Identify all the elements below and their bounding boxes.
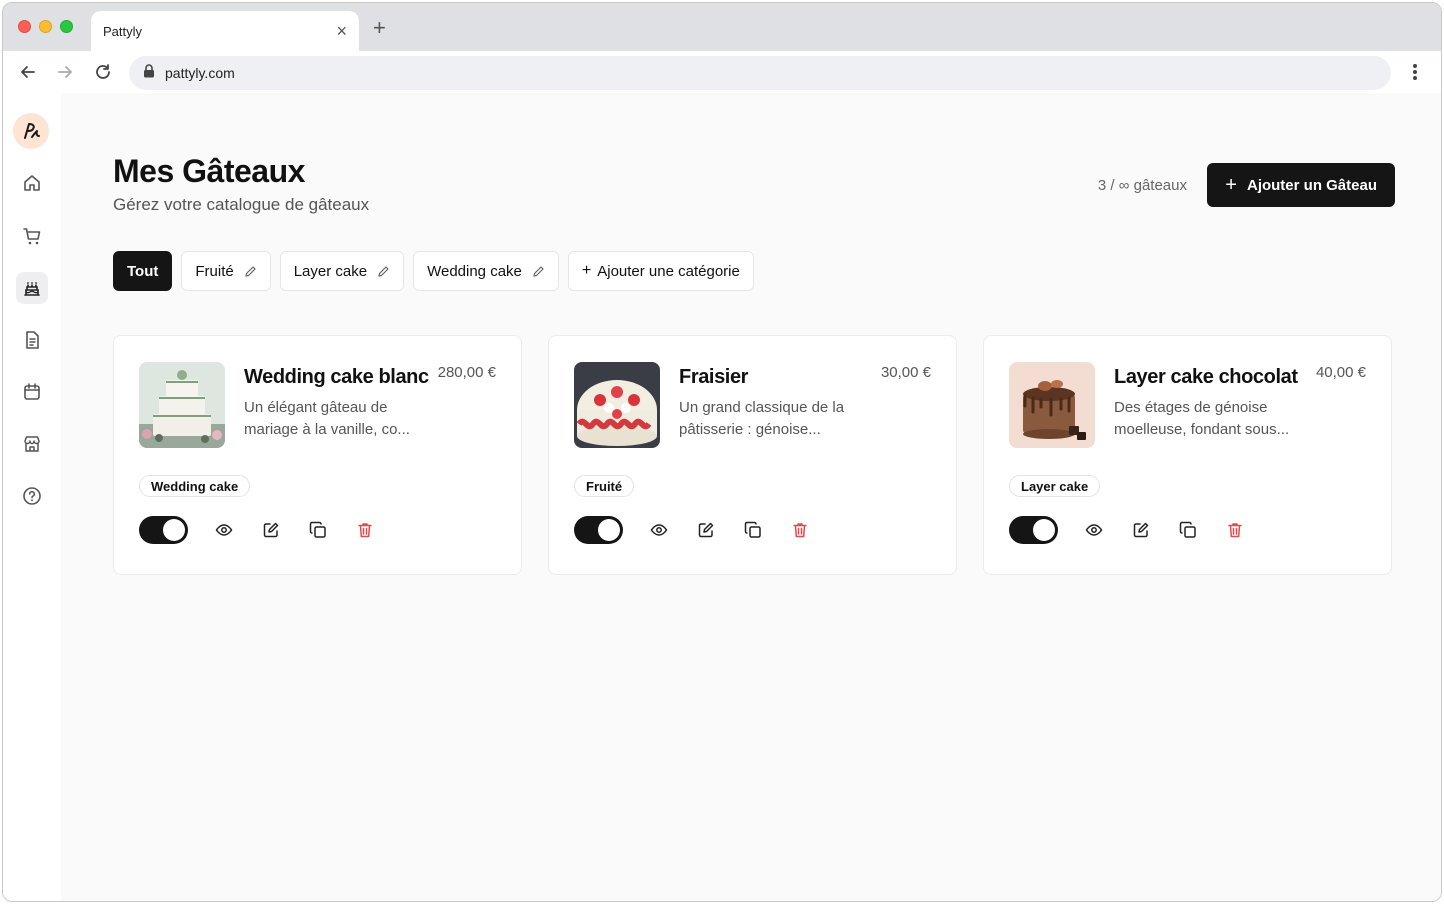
plus-icon: + (1225, 173, 1237, 196)
delete-icon[interactable] (1225, 520, 1245, 540)
category-tout[interactable]: Tout (113, 251, 173, 291)
sidebar (3, 93, 61, 901)
help-icon[interactable] (16, 480, 48, 512)
cake-actions (1009, 516, 1245, 544)
category-label: Layer cake (293, 262, 368, 280)
calendar-icon[interactable] (16, 376, 48, 408)
cake-card: Wedding cake blanc 280,00 € Un élégant g… (113, 335, 522, 575)
edit-icon[interactable] (696, 520, 716, 540)
cake-name: Fraisier (679, 366, 749, 388)
new-tab-icon[interactable]: + (373, 17, 386, 39)
cake-counter: 3 / ∞ gâteaux (1097, 177, 1187, 194)
delete-icon[interactable] (355, 520, 375, 540)
add-cake-label: Ajouter un Gâteau (1246, 176, 1377, 194)
edit-category-icon[interactable] (532, 265, 545, 278)
cake-description: Un grand classique de la pâtisserie : gé… (679, 399, 845, 438)
cake-image (574, 362, 660, 448)
add-category-label: Ajouter une catégorie (597, 262, 740, 280)
page-subtitle: Gérez votre catalogue de gâteaux (113, 195, 370, 214)
home-icon[interactable] (16, 167, 48, 199)
cake-actions (574, 516, 810, 544)
category-fruite[interactable]: Fruité (181, 251, 271, 291)
close-tab-icon[interactable]: × (336, 22, 347, 40)
cart-icon[interactable] (16, 220, 48, 252)
category-layer-cake[interactable]: Layer cake (279, 251, 405, 291)
cake-card: Fraisier 30,00 € Un grand classique de l… (548, 335, 957, 575)
tab-strip: Pattyly × + (3, 3, 1441, 51)
close-window-button[interactable] (18, 20, 31, 33)
document-icon[interactable] (16, 324, 48, 356)
cake-name: Layer cake chocolat (1114, 366, 1298, 388)
category-label: Wedding cake (427, 262, 522, 280)
address-bar[interactable]: pattyly.com (129, 56, 1391, 90)
reload-icon[interactable] (91, 60, 115, 84)
visibility-toggle[interactable] (139, 516, 188, 544)
visibility-toggle[interactable] (1009, 516, 1058, 544)
forward-icon[interactable] (53, 60, 77, 84)
eye-icon[interactable] (214, 520, 234, 540)
back-icon[interactable] (16, 60, 40, 84)
visibility-toggle[interactable] (574, 516, 623, 544)
eye-icon[interactable] (649, 520, 669, 540)
eye-icon[interactable] (1084, 520, 1104, 540)
app-logo[interactable] (13, 113, 49, 149)
cake-grid: Wedding cake blanc 280,00 € Un élégant g… (113, 335, 1392, 575)
duplicate-icon[interactable] (308, 520, 328, 540)
cake-price: 280,00 € (437, 364, 496, 381)
browser-window: Pattyly × + pattyly.com Mes Gâteaux Gére… (2, 2, 1442, 902)
cake-price: 40,00 € (1315, 364, 1366, 381)
category-label: Fruité (195, 262, 234, 280)
category-label: Tout (127, 262, 159, 280)
cake-description: Des étages de génoise moelleuse, fondant… (1114, 399, 1290, 438)
minimize-window-button[interactable] (39, 20, 52, 33)
cake-price: 30,00 € (880, 364, 931, 381)
page-title: Mes Gâteaux (113, 153, 305, 189)
url-text: pattyly.com (165, 65, 235, 81)
category-wedding-cake[interactable]: Wedding cake (413, 251, 559, 291)
cake-image (1009, 362, 1095, 448)
browser-toolbar: pattyly.com (3, 51, 1441, 93)
duplicate-icon[interactable] (743, 520, 763, 540)
browser-tab[interactable]: Pattyly × (91, 11, 359, 51)
cake-card: Layer cake chocolat 40,00 € Des étages d… (983, 335, 1392, 575)
add-cake-button[interactable]: + Ajouter un Gâteau (1207, 163, 1395, 207)
cake-icon[interactable] (16, 272, 48, 304)
store-icon[interactable] (16, 428, 48, 460)
category-filters: Tout Fruité Layer cake Wedding cake + Aj… (113, 251, 754, 291)
edit-icon[interactable] (1131, 520, 1151, 540)
edit-category-icon[interactable] (244, 265, 257, 278)
plus-icon: + (581, 262, 592, 279)
delete-icon[interactable] (790, 520, 810, 540)
cake-category-tag: Wedding cake (139, 475, 251, 497)
duplicate-icon[interactable] (1178, 520, 1198, 540)
cake-category-tag: Fruité (574, 475, 635, 497)
lock-icon (143, 63, 155, 83)
edit-category-icon[interactable] (377, 265, 390, 278)
maximize-window-button[interactable] (60, 20, 73, 33)
cake-actions (139, 516, 375, 544)
cake-category-tag: Layer cake (1009, 475, 1101, 497)
tab-title: Pattyly (103, 23, 143, 39)
add-category-button[interactable]: + Ajouter une catégorie (567, 251, 754, 291)
main-content: Mes Gâteaux Gérez votre catalogue de gât… (61, 93, 1441, 901)
browser-menu-icon[interactable] (1405, 62, 1425, 82)
cake-description: Un élégant gâteau de mariage à la vanill… (244, 399, 410, 438)
cake-image (139, 362, 225, 448)
cake-name: Wedding cake blanc (244, 366, 429, 388)
edit-icon[interactable] (261, 520, 281, 540)
